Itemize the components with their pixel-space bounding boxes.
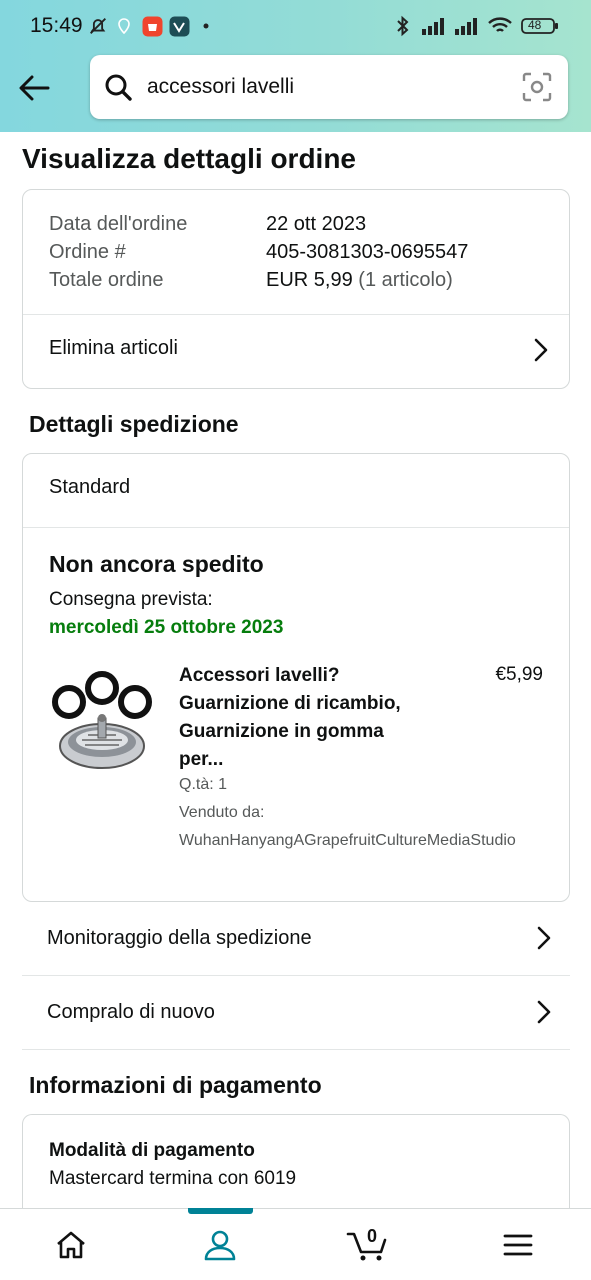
location-icon bbox=[116, 13, 132, 39]
divider bbox=[23, 527, 569, 528]
order-total-label: Totale ordine bbox=[49, 269, 164, 291]
nav-cart[interactable]: 0 bbox=[328, 1209, 408, 1280]
buy-again-label: Compralo di nuovo bbox=[47, 1001, 215, 1023]
track-shipment-row[interactable]: Monitoraggio della spedizione bbox=[22, 903, 570, 976]
nav-account[interactable] bbox=[180, 1209, 260, 1280]
order-number-label: Ordine # bbox=[49, 241, 126, 263]
mute-icon bbox=[86, 13, 110, 39]
nav-home[interactable] bbox=[31, 1209, 111, 1280]
app-notification-icon bbox=[168, 13, 190, 39]
order-number-value: 405-3081303-0695547 bbox=[266, 241, 469, 263]
delete-items-label: Elimina articoli bbox=[49, 337, 178, 359]
search-input[interactable]: accessori lavelli bbox=[147, 75, 294, 99]
product-image[interactable] bbox=[49, 666, 155, 772]
payment-section-title: Informazioni di pagamento bbox=[29, 1072, 322, 1098]
payment-method-title: Modalità di pagamento bbox=[49, 1140, 255, 1161]
product-title-link[interactable]: Accessori lavelli? Guarnizione di ricamb… bbox=[179, 662, 419, 774]
wifi-icon bbox=[486, 13, 514, 39]
order-date-value: 22 ott 2023 bbox=[266, 213, 367, 235]
shipping-method: Standard bbox=[49, 476, 131, 498]
bluetooth-icon bbox=[392, 13, 414, 39]
account-icon bbox=[204, 1230, 236, 1261]
back-button[interactable] bbox=[14, 68, 54, 108]
nav-menu[interactable] bbox=[478, 1209, 558, 1280]
shipment-card: Standard Non ancora spedito Consegna pre… bbox=[22, 453, 570, 902]
more-notifications-icon bbox=[202, 13, 210, 39]
order-summary-card: Data dell'ordine 22 ott 2023 Ordine # 40… bbox=[22, 189, 570, 389]
battery-icon: 48 bbox=[520, 13, 560, 39]
app-header: 15:49 48 accessori lavelli bbox=[0, 0, 591, 132]
camera-search-icon[interactable] bbox=[522, 72, 552, 107]
cart-count: 0 bbox=[366, 1226, 377, 1246]
home-icon bbox=[57, 1231, 85, 1259]
chevron-right-icon bbox=[533, 337, 549, 368]
delete-items-row[interactable]: Elimina articoli bbox=[23, 315, 569, 389]
delivery-date: mercoledì 25 ottobre 2023 bbox=[49, 617, 284, 638]
shipping-section-title: Dettagli spedizione bbox=[29, 411, 239, 437]
menu-icon bbox=[503, 1234, 533, 1256]
track-shipment-label: Monitoraggio della spedizione bbox=[47, 927, 312, 949]
buy-again-row[interactable]: Compralo di nuovo bbox=[22, 977, 570, 1050]
shipment-status: Non ancora spedito bbox=[49, 551, 264, 577]
sold-by-label: Venduto da: bbox=[179, 804, 265, 821]
payment-method-value: Mastercard termina con 6019 bbox=[49, 1168, 297, 1189]
bottom-navigation: 0 bbox=[0, 1208, 591, 1280]
status-time: 15:49 bbox=[30, 14, 83, 37]
battery-level: 48 bbox=[528, 18, 542, 32]
page-title: Visualizza dettagli ordine bbox=[22, 143, 357, 174]
product-quantity: Q.tà: 1 bbox=[179, 776, 228, 793]
chevron-right-icon bbox=[536, 999, 552, 1030]
search-bar[interactable]: accessori lavelli bbox=[90, 55, 568, 119]
delivery-label: Consegna prevista: bbox=[49, 589, 213, 610]
arrow-left-icon bbox=[19, 75, 50, 101]
search-icon[interactable] bbox=[104, 73, 132, 106]
order-total-value: EUR 5,99 bbox=[266, 269, 353, 291]
signal-icon-2 bbox=[453, 13, 481, 39]
product-price: €5,99 bbox=[495, 664, 543, 685]
order-date-label: Data dell'ordine bbox=[49, 213, 188, 235]
seller-name[interactable]: WuhanHanyangAGrapefruitCultureMediaStudi… bbox=[179, 832, 516, 850]
signal-icon bbox=[420, 13, 448, 39]
order-total-items: (1 articolo) bbox=[358, 269, 453, 291]
order-total: EUR 5,99 (1 articolo) bbox=[266, 269, 453, 292]
chevron-right-icon bbox=[536, 925, 552, 956]
status-bar: 15:49 48 bbox=[0, 0, 591, 52]
shopping-app-icon bbox=[141, 13, 163, 39]
